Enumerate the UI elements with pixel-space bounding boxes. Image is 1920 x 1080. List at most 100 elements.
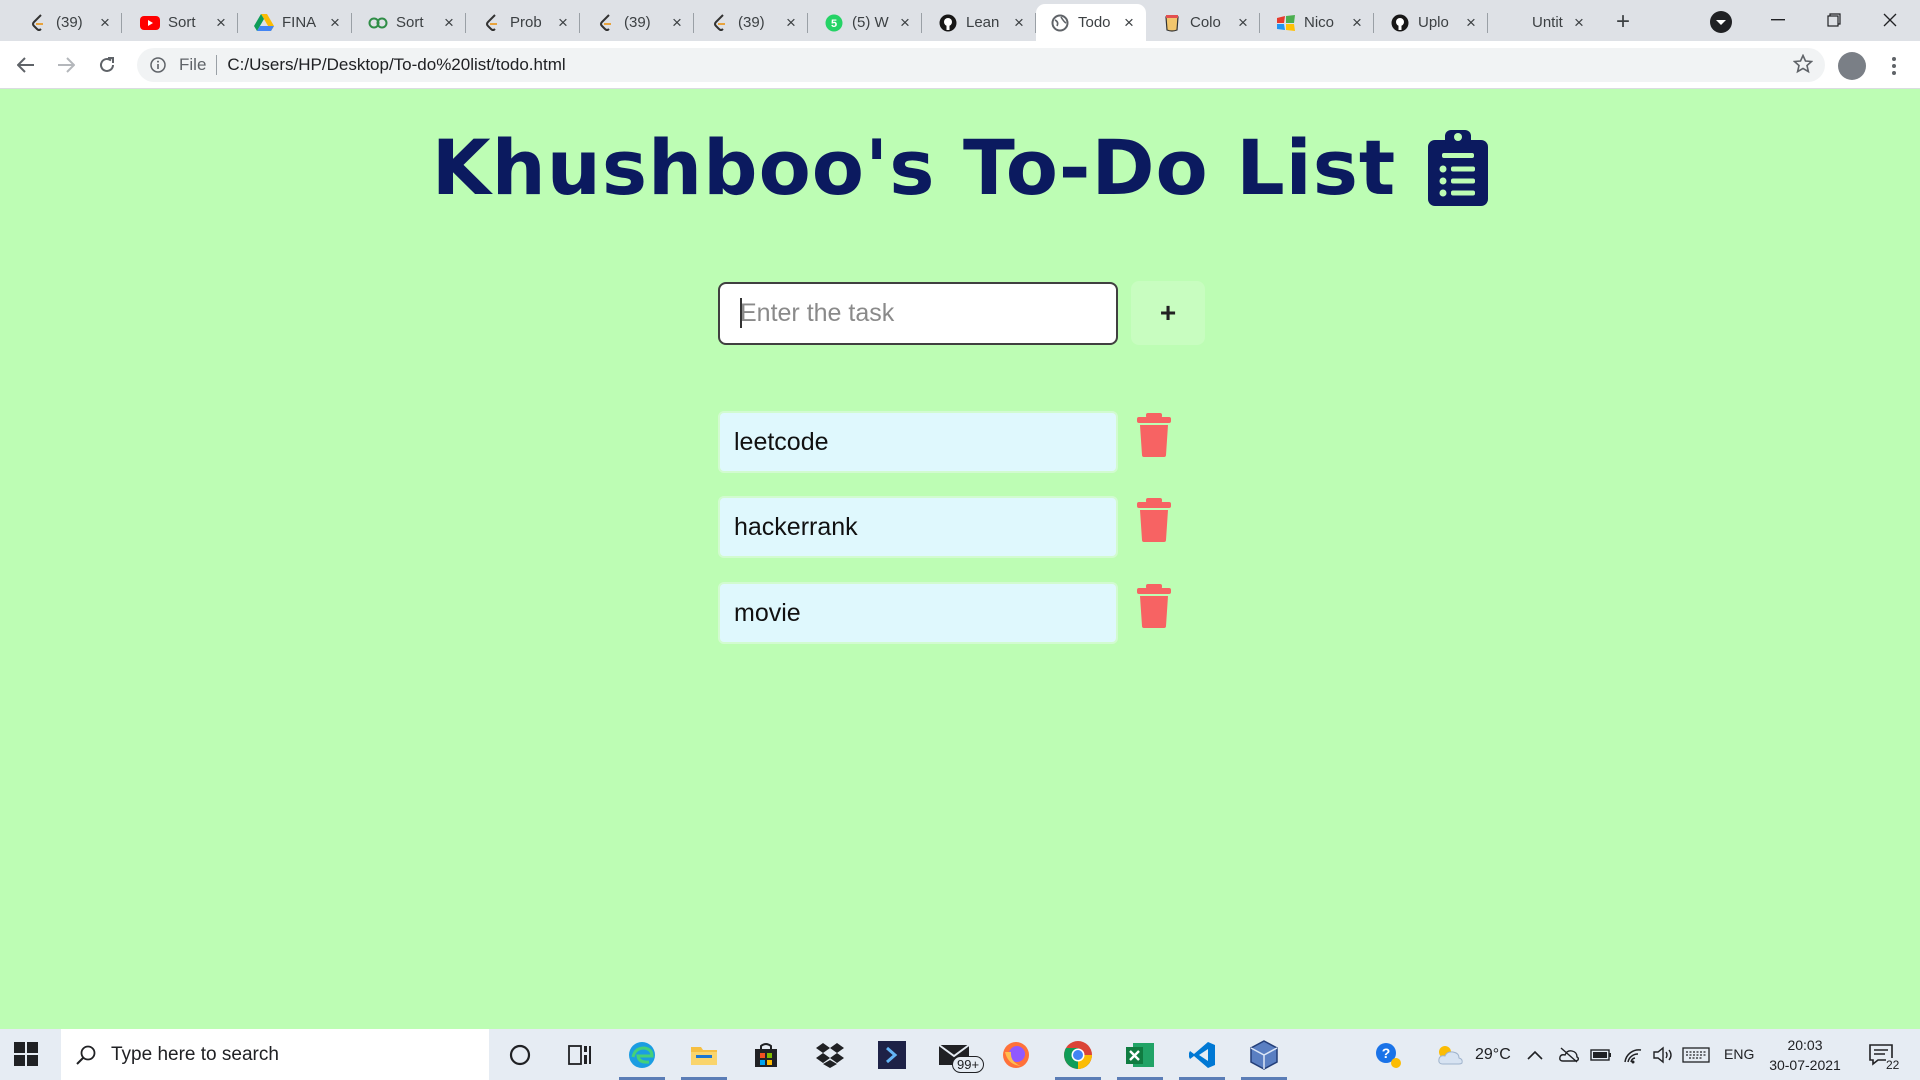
close-icon[interactable]: × [1234, 13, 1252, 33]
file-explorer-icon[interactable] [686, 1037, 722, 1073]
excel-icon[interactable] [1122, 1037, 1158, 1073]
bookmark-star-icon[interactable] [1792, 53, 1814, 79]
volume-icon[interactable] [1650, 1037, 1676, 1073]
tab-youtube[interactable]: Sort × [126, 4, 238, 41]
tab-search-button[interactable] [1705, 9, 1737, 35]
todo-item: movie [718, 582, 1118, 644]
vscode-icon[interactable] [1184, 1037, 1220, 1073]
tab-leetcode-2[interactable]: (39) × [582, 4, 694, 41]
trash-icon[interactable] [1136, 413, 1172, 457]
close-icon[interactable]: × [554, 13, 572, 33]
tab-todo-active[interactable]: Todo × [1036, 4, 1146, 41]
task-input[interactable] [718, 282, 1118, 345]
tab-untitled[interactable]: Untit × [1490, 4, 1596, 41]
help-icon[interactable]: ? [1370, 1037, 1406, 1073]
tab-github-upload[interactable]: Uplo × [1376, 4, 1488, 41]
chevron-up-icon[interactable] [1524, 1037, 1546, 1073]
close-icon[interactable]: × [326, 13, 344, 33]
chevron-down-icon [1710, 11, 1732, 33]
back-button[interactable] [10, 49, 42, 81]
reload-button[interactable] [91, 49, 123, 81]
tab-title: (39) [738, 14, 765, 31]
clock-time: 20:03 [1787, 1037, 1823, 1053]
clock[interactable]: 20:03 30-07-2021 [1762, 1035, 1848, 1075]
tab-colorhunt[interactable]: Colo × [1148, 4, 1260, 41]
arrow-left-icon [17, 57, 34, 73]
close-icon[interactable]: × [1010, 13, 1028, 33]
virtualbox-icon[interactable] [1246, 1037, 1282, 1073]
reload-icon [100, 57, 114, 72]
onedrive-offline-icon[interactable] [1556, 1037, 1582, 1073]
github-icon [938, 13, 958, 33]
url-text[interactable]: C:/Users/HP/Desktop/To-do%20list/todo.ht… [227, 55, 565, 75]
close-icon[interactable]: × [212, 13, 230, 33]
trash-icon[interactable] [1136, 584, 1172, 628]
close-icon[interactable]: × [1348, 13, 1366, 33]
tab-title: (5) W [852, 14, 889, 31]
close-icon[interactable]: × [96, 13, 114, 33]
wifi-icon[interactable] [1620, 1037, 1646, 1073]
restore-button[interactable] [1806, 0, 1861, 40]
close-icon[interactable]: × [440, 13, 458, 33]
add-task-button[interactable]: + [1131, 281, 1205, 345]
tab-geeksforgeeks[interactable]: Sort × [354, 4, 466, 41]
chrome-icon[interactable] [1060, 1037, 1096, 1073]
trash-icon[interactable] [1136, 498, 1172, 542]
language-indicator[interactable]: ENG [1724, 1046, 1754, 1062]
browser-toolbar: File C:/Users/HP/Desktop/To-do%20list/to… [0, 41, 1920, 89]
search-icon [76, 1045, 96, 1065]
tab-divider [237, 13, 238, 33]
tab-title: Lean [966, 14, 1000, 31]
tab-title: Uplo [1418, 14, 1449, 31]
close-icon[interactable]: × [896, 13, 914, 33]
cortana-icon[interactable] [502, 1037, 538, 1073]
tab-leetcode-problems[interactable]: Prob × [468, 4, 580, 41]
close-icon[interactable]: × [668, 13, 686, 33]
minimize-button[interactable] [1750, 0, 1805, 40]
weather-temperature[interactable]: 29°C [1475, 1046, 1511, 1064]
battery-icon[interactable] [1588, 1037, 1614, 1073]
tab-whatsapp[interactable]: 5 (5) W × [810, 4, 922, 41]
close-icon[interactable]: × [782, 13, 800, 33]
tab-github-learn[interactable]: Lean × [924, 4, 1036, 41]
menu-kebab-icon[interactable] [1886, 54, 1902, 78]
close-icon[interactable]: × [1570, 13, 1588, 33]
dropbox-icon[interactable] [812, 1037, 848, 1073]
edge-icon[interactable] [624, 1037, 660, 1073]
page-title: Khushboo's To-Do List [431, 123, 1397, 212]
tab-divider [1259, 13, 1260, 33]
weather-cloud-icon[interactable] [1432, 1037, 1468, 1073]
windows-start-icon[interactable] [14, 1042, 38, 1066]
profile-avatar[interactable] [1838, 52, 1866, 80]
tab-leetcode-3[interactable]: (39) × [696, 4, 808, 41]
tab-google-drive[interactable]: FINA × [240, 4, 352, 41]
tab-divider [921, 13, 922, 33]
new-tab-button[interactable]: + [1607, 6, 1639, 38]
tab-divider [1373, 13, 1374, 33]
leetcode-icon [710, 13, 730, 33]
close-icon[interactable]: × [1120, 13, 1138, 33]
close-icon [1883, 13, 1896, 27]
task-view-icon[interactable] [562, 1037, 598, 1073]
tab-leetcode-1[interactable]: (39) × [14, 4, 122, 41]
windows-taskbar: Type here to search 99+ ? 29°C ENG 20:03… [0, 1029, 1920, 1080]
tab-nicolas[interactable]: Nico × [1262, 4, 1374, 41]
firefox-icon[interactable] [998, 1037, 1034, 1073]
keyboard-icon[interactable] [1681, 1037, 1711, 1073]
taskbar-search-box[interactable]: Type here to search [61, 1029, 489, 1080]
todo-item: hackerrank [718, 496, 1118, 558]
address-bar[interactable]: File C:/Users/HP/Desktop/To-do%20list/to… [137, 48, 1825, 82]
forward-button[interactable] [50, 49, 82, 81]
tab-divider [807, 13, 808, 33]
info-icon[interactable] [149, 56, 167, 74]
close-icon[interactable]: × [1462, 13, 1480, 33]
close-window-button[interactable] [1862, 0, 1917, 40]
tab-title: Prob [510, 14, 542, 31]
tab-divider [579, 13, 580, 33]
microsoft-store-icon[interactable] [748, 1037, 784, 1073]
powershell-icon[interactable] [874, 1037, 910, 1073]
tab-title: Colo [1190, 14, 1221, 31]
youtube-icon [140, 13, 160, 33]
windows-color-icon [1276, 13, 1296, 33]
scheme-divider [216, 55, 218, 75]
